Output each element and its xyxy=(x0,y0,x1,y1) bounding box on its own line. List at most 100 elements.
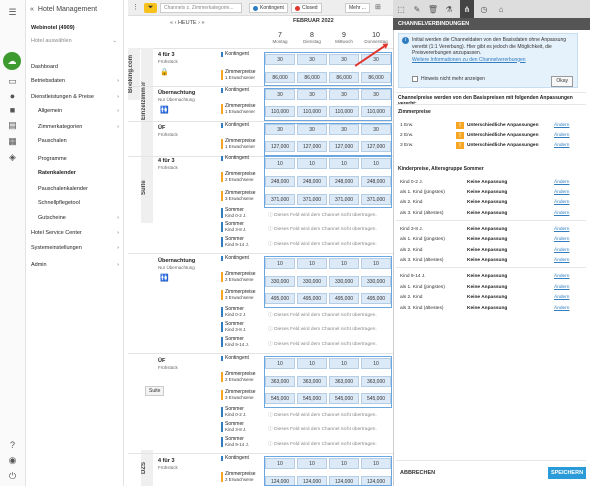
help-icon[interactable]: ? xyxy=(6,438,19,451)
okay-button[interactable]: Okay xyxy=(551,76,573,87)
more-button[interactable]: Mehr ... xyxy=(345,3,370,13)
panel-toolbar: ⬚ ✎ 🗑 ⚗ ⋔ ◷ ⌂ xyxy=(393,0,590,18)
menu-icon[interactable]: ☰ xyxy=(6,6,19,19)
nav-item[interactable]: Pauschalenkalender xyxy=(38,186,121,192)
kid-row-label: als 2. Kind xyxy=(400,295,423,300)
rate-name: ÜF xyxy=(158,358,166,364)
channel-note-text: Dieses Feld wird dem Channel nicht übert… xyxy=(274,327,377,332)
row-label: Kontingent xyxy=(221,52,264,57)
basket-icon[interactable]: ⌂ xyxy=(494,3,508,16)
change-link[interactable]: Ändern xyxy=(554,285,569,290)
change-link[interactable]: Ändern xyxy=(554,211,569,216)
kid-row-label: als 3. Kind (ältestes) xyxy=(400,211,444,216)
nav-item[interactable]: Allgemein › xyxy=(38,108,121,114)
row-label-sub: Kind 9-14 J. xyxy=(225,242,250,247)
row-label: Kontingent xyxy=(221,356,264,361)
save-button[interactable]: SPEICHERN xyxy=(548,467,586,479)
grid-icon[interactable]: ⋮ xyxy=(132,3,139,11)
change-link[interactable]: Ändern xyxy=(554,123,569,128)
change-link[interactable]: Ändern xyxy=(554,248,569,253)
row-label-title: Kontingent xyxy=(225,51,249,57)
nav-item-label: Admin xyxy=(31,262,47,268)
row-label-sub: Kind 0-2 J. xyxy=(225,312,247,317)
inheritance-heading: Channelpreise werden von den Basispreise… xyxy=(398,95,573,107)
lock-icon[interactable]: 🚻 xyxy=(160,106,169,114)
change-link[interactable]: Ändern xyxy=(554,200,569,205)
filter-button[interactable]: ⏷ xyxy=(144,3,157,13)
row-label: Kontingent xyxy=(221,88,264,93)
history-icon[interactable]: ◷ xyxy=(477,3,491,16)
channel-tree-icon[interactable]: ⋔ xyxy=(460,0,474,18)
closed-toggle[interactable]: Closed xyxy=(291,3,322,13)
change-link[interactable]: Ändern xyxy=(554,258,569,263)
zp-row-value: Unterschiedliche Anpassungen xyxy=(467,143,539,148)
cancel-button[interactable]: ABBRECHEN xyxy=(400,470,435,476)
change-link[interactable]: Ändern xyxy=(554,295,569,300)
nav-item[interactable]: Hotel Service Center › xyxy=(31,230,121,236)
filter-icon[interactable]: ⚗ xyxy=(442,3,456,16)
nav-item[interactable]: Pauschalen xyxy=(38,138,121,144)
kontingent-toggle[interactable]: Kontingent xyxy=(249,3,288,13)
nav-item-label: Betriebsdaten xyxy=(31,78,65,84)
hide-hint-checkbox[interactable]: Hinweis nicht mehr anzeigen xyxy=(412,76,485,83)
nav-item[interactable]: Zimmerkategorien › xyxy=(38,124,121,130)
cloud-icon[interactable]: ☁ xyxy=(3,52,21,70)
change-link[interactable]: Ändern xyxy=(554,180,569,185)
nav-item[interactable]: Betriebsdaten › xyxy=(31,78,121,84)
row-label-sub: 3 Erwachsene xyxy=(225,395,254,400)
nav-item[interactable]: Gutscheine › xyxy=(38,215,121,221)
panel-title: CHANNELVERBINDUNGEN xyxy=(393,18,590,30)
channel-note-text: Dieses Feld wird dem Channel nicht übert… xyxy=(274,342,377,347)
nav-item[interactable]: Admin › xyxy=(31,262,121,268)
channel-select[interactable]: Channels z. Zimmerkategorie... xyxy=(160,3,242,13)
shield-icon[interactable]: ◈ xyxy=(6,151,19,164)
logout-icon[interactable]: ⏻ xyxy=(6,470,19,483)
row-label: Kontingent xyxy=(221,123,264,128)
nav-item[interactable]: Dienstleistungen & Preise › xyxy=(31,94,121,100)
kid-row-value: Keine Anpassung xyxy=(467,274,508,279)
channel-note: ⓘ Dieses Feld wird dem Channel nicht übe… xyxy=(268,225,377,232)
change-link[interactable]: Ändern xyxy=(554,306,569,311)
change-link[interactable]: Ändern xyxy=(554,274,569,279)
change-link[interactable]: Ändern xyxy=(554,227,569,232)
month-label: FEBRUAR 2022 xyxy=(293,18,334,24)
building-icon[interactable]: ▦ xyxy=(6,135,19,148)
row-label-sub: 1 Erwachsener xyxy=(225,75,256,80)
nav-item[interactable]: Schnellpflegetool xyxy=(38,200,121,206)
change-link[interactable]: Ändern xyxy=(554,237,569,242)
row-divider xyxy=(128,86,393,87)
book-icon[interactable]: ▤ xyxy=(6,119,19,132)
row-label-sub: Kind 3-8 J. xyxy=(225,427,247,432)
change-link[interactable]: Ändern xyxy=(554,143,569,148)
rate-name: 4 für 3 xyxy=(158,458,175,464)
change-link[interactable]: Ändern xyxy=(554,133,569,138)
today-nav[interactable]: « ‹ HEUTE › » xyxy=(170,20,205,26)
account-icon[interactable]: ◉ xyxy=(6,454,19,467)
lock-icon[interactable]: 🔒 xyxy=(160,68,169,76)
nav-item[interactable]: Systemeinstellungen › xyxy=(31,245,121,251)
bed-icon[interactable]: ▭ xyxy=(6,75,19,88)
zp-row-value: Unterschiedliche Anpassungen xyxy=(467,123,539,128)
channel-note: ⓘ Dieses Feld wird dem Channel nicht übe… xyxy=(268,411,377,418)
collapse-icon[interactable]: « xyxy=(30,6,34,13)
user-icon[interactable]: ● xyxy=(6,89,19,102)
row-label-title: Kontingent xyxy=(225,455,249,461)
kid-row-label: als 1. Kind (jüngstes) xyxy=(400,285,445,290)
edit-icon[interactable]: ✎ xyxy=(410,3,424,16)
change-link[interactable]: Ändern xyxy=(554,190,569,195)
row-label: Zimmerpreise 2 Erwachsene xyxy=(221,472,264,482)
trash-icon[interactable]: 🗑 xyxy=(426,3,440,16)
nav-item[interactable]: Dashboard xyxy=(31,64,121,70)
briefcase-icon[interactable]: ■ xyxy=(6,103,19,116)
select-icon[interactable]: ⬚ xyxy=(394,3,408,16)
lock-icon[interactable]: 🚻 xyxy=(160,274,169,282)
row-label-title: Kontingent xyxy=(225,355,249,361)
row-label-sub: Kind 3-8 J. xyxy=(225,327,247,332)
layout-icon[interactable]: ⊞ xyxy=(375,3,381,11)
row-label: Sommer Kind 9-14 J. xyxy=(221,437,264,447)
info-link[interactable]: Weitere Informationen zu den Channelvere… xyxy=(412,57,526,63)
hotel-picker[interactable]: Hotel auswählen ⌄ xyxy=(31,38,119,44)
channel-note-text: Dieses Feld wird dem Channel nicht übert… xyxy=(274,227,377,232)
nav-item[interactable]: Programme xyxy=(38,156,121,162)
nav-item[interactable]: Ratenkalender xyxy=(38,170,121,176)
